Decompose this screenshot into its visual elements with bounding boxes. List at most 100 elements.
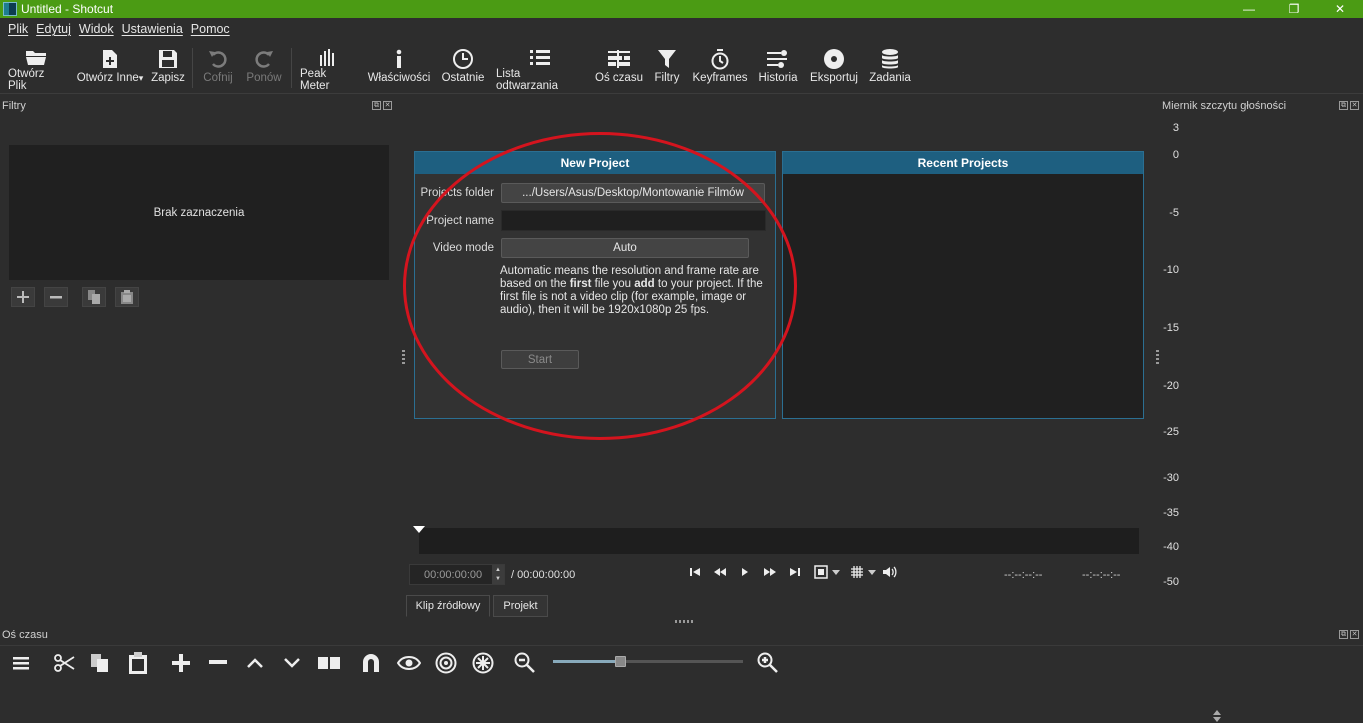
timecode-spinner[interactable]: ▲ ▼ — [492, 565, 504, 584]
chevron-down-icon[interactable] — [830, 567, 842, 577]
fast-forward-icon[interactable] — [763, 565, 777, 579]
bottom-splitter-handle[interactable] — [675, 620, 693, 623]
skip-to-start-icon[interactable] — [688, 565, 702, 579]
scrub-bar[interactable] — [419, 528, 1139, 554]
shotcut-app-icon — [3, 2, 17, 16]
toolbar-separator — [291, 48, 292, 88]
recent-projects-header: Recent Projects — [783, 152, 1143, 174]
close-button[interactable]: ✕ — [1317, 0, 1363, 18]
redo-button[interactable]: Ponów — [244, 46, 284, 92]
timeline-menu-icon[interactable] — [10, 652, 32, 674]
paste-filter-button[interactable] — [115, 287, 139, 307]
minimize-button[interactable]: — — [1226, 0, 1272, 18]
add-filter-button[interactable] — [11, 287, 35, 307]
red-annotation-ellipse — [403, 132, 797, 440]
float-dock-icon[interactable]: ⧉ — [372, 101, 381, 110]
zoom-out-icon[interactable] — [513, 652, 537, 674]
transport-controls — [688, 565, 898, 579]
menu-edit[interactable]: Edytuj — [36, 22, 71, 36]
rewind-icon[interactable] — [713, 565, 727, 579]
menu-view[interactable]: Widok — [79, 22, 114, 36]
skip-to-end-icon[interactable] — [788, 565, 802, 579]
play-icon[interactable] — [738, 565, 752, 579]
playhead-marker[interactable] — [413, 526, 425, 533]
peak-meter-label: Peak Meter — [300, 68, 330, 92]
grid-icon[interactable] — [850, 565, 864, 579]
menu-help[interactable]: Pomoc — [191, 22, 230, 36]
open-other-button[interactable]: Otwórz Inne▾ — [76, 46, 144, 92]
peak-meter-icon — [318, 46, 338, 68]
meter-scale-label: 3 — [1172, 122, 1179, 134]
meter-scale-label: -40 — [1163, 541, 1179, 553]
split-clip-icon[interactable] — [317, 652, 341, 674]
left-splitter-handle[interactable] — [402, 350, 405, 366]
clock-icon — [452, 46, 474, 72]
volume-icon[interactable] — [882, 565, 898, 579]
right-splitter-handle[interactable] — [1156, 350, 1159, 366]
open-other-label: Otwórz Inne▾ — [76, 72, 144, 84]
clipboard-icon[interactable] — [127, 652, 149, 674]
undo-label: Cofnij — [203, 72, 233, 84]
meter-scale-label: -30 — [1163, 472, 1179, 484]
plus-icon[interactable] — [170, 652, 192, 674]
chevron-down-icon[interactable] — [866, 567, 878, 577]
scroll-arrows-icon[interactable] — [1212, 709, 1222, 723]
keyframes-label: Keyframes — [692, 72, 748, 84]
playlist-button[interactable]: Lista odtwarzania — [496, 46, 584, 92]
toolbar-separator — [192, 48, 193, 88]
close-dock-icon[interactable]: ✕ — [1350, 101, 1359, 110]
database-icon — [880, 46, 900, 72]
zoom-in-icon[interactable] — [756, 652, 780, 674]
duration-text: / 00:00:00:00 — [511, 569, 576, 581]
copy-filter-button[interactable] — [82, 287, 106, 307]
open-file-label: Otwórz Plik — [8, 68, 45, 92]
ripple-icon[interactable] — [434, 652, 458, 674]
filters-dock-title: Filtry — [2, 100, 26, 112]
scissors-icon[interactable] — [52, 652, 76, 674]
meter-scale-label: -50 — [1163, 576, 1179, 588]
out-point-text: --:--:--:-- — [1082, 569, 1121, 581]
timeline-tracks-area[interactable] — [0, 679, 1363, 723]
menu-file[interactable]: Plik — [8, 22, 28, 36]
lift-up-icon[interactable] — [244, 652, 266, 674]
float-dock-icon[interactable]: ⧉ — [1339, 101, 1348, 110]
no-selection-text: Brak zaznaczenia — [153, 206, 245, 219]
export-button[interactable]: Eksportuj — [808, 46, 860, 92]
meter-scale-label: -25 — [1163, 426, 1179, 438]
timeline-button[interactable]: Oś czasu — [595, 46, 643, 92]
timecode-input[interactable]: 00:00:00:00 — [409, 564, 505, 585]
recent-button[interactable]: Ostatnie — [440, 46, 486, 92]
minus-icon[interactable] — [207, 652, 229, 674]
history-button[interactable]: Historia — [756, 46, 800, 92]
magnet-snap-icon[interactable] — [359, 652, 383, 674]
zoom-fit-icon[interactable] — [814, 565, 828, 579]
tab-project[interactable]: Projekt — [493, 595, 548, 617]
keyframes-button[interactable]: Keyframes — [692, 46, 748, 92]
copy-icon[interactable] — [89, 652, 111, 674]
jobs-button[interactable]: Zadania — [868, 46, 912, 92]
save-button[interactable]: Zapisz — [150, 46, 186, 92]
undo-button[interactable]: Cofnij — [200, 46, 236, 92]
ripple-all-tracks-icon[interactable] — [471, 652, 495, 674]
menu-settings[interactable]: Ustawienia — [122, 22, 183, 36]
filters-button[interactable]: Filtry — [652, 46, 682, 92]
overwrite-down-icon[interactable] — [281, 652, 303, 674]
meter-dock-controls: ⧉ ✕ — [1339, 101, 1359, 110]
tab-source-clip[interactable]: Klip źródłowy — [406, 595, 490, 617]
close-dock-icon[interactable]: ✕ — [383, 101, 392, 110]
zoom-slider-fill — [553, 660, 620, 663]
jobs-label: Zadania — [869, 72, 911, 84]
main-toolbar: Otwórz Plik Otwórz Inne▾ Zapisz Cofnij P… — [0, 40, 1363, 94]
peak-meter-button[interactable]: Peak Meter — [300, 46, 356, 92]
close-dock-icon[interactable]: ✕ — [1350, 630, 1359, 639]
float-dock-icon[interactable]: ⧉ — [1339, 630, 1348, 639]
zoom-slider[interactable] — [553, 660, 743, 663]
properties-button[interactable]: Właściwości — [368, 46, 430, 92]
info-icon — [394, 46, 404, 72]
zoom-slider-handle[interactable] — [614, 656, 626, 667]
maximize-button[interactable]: ❐ — [1271, 0, 1317, 18]
open-file-button[interactable]: Otwórz Plik — [8, 46, 64, 92]
filters-list[interactable]: Brak zaznaczenia — [9, 145, 389, 280]
remove-filter-button[interactable] — [44, 287, 68, 307]
scrub-eye-icon[interactable] — [396, 652, 422, 674]
